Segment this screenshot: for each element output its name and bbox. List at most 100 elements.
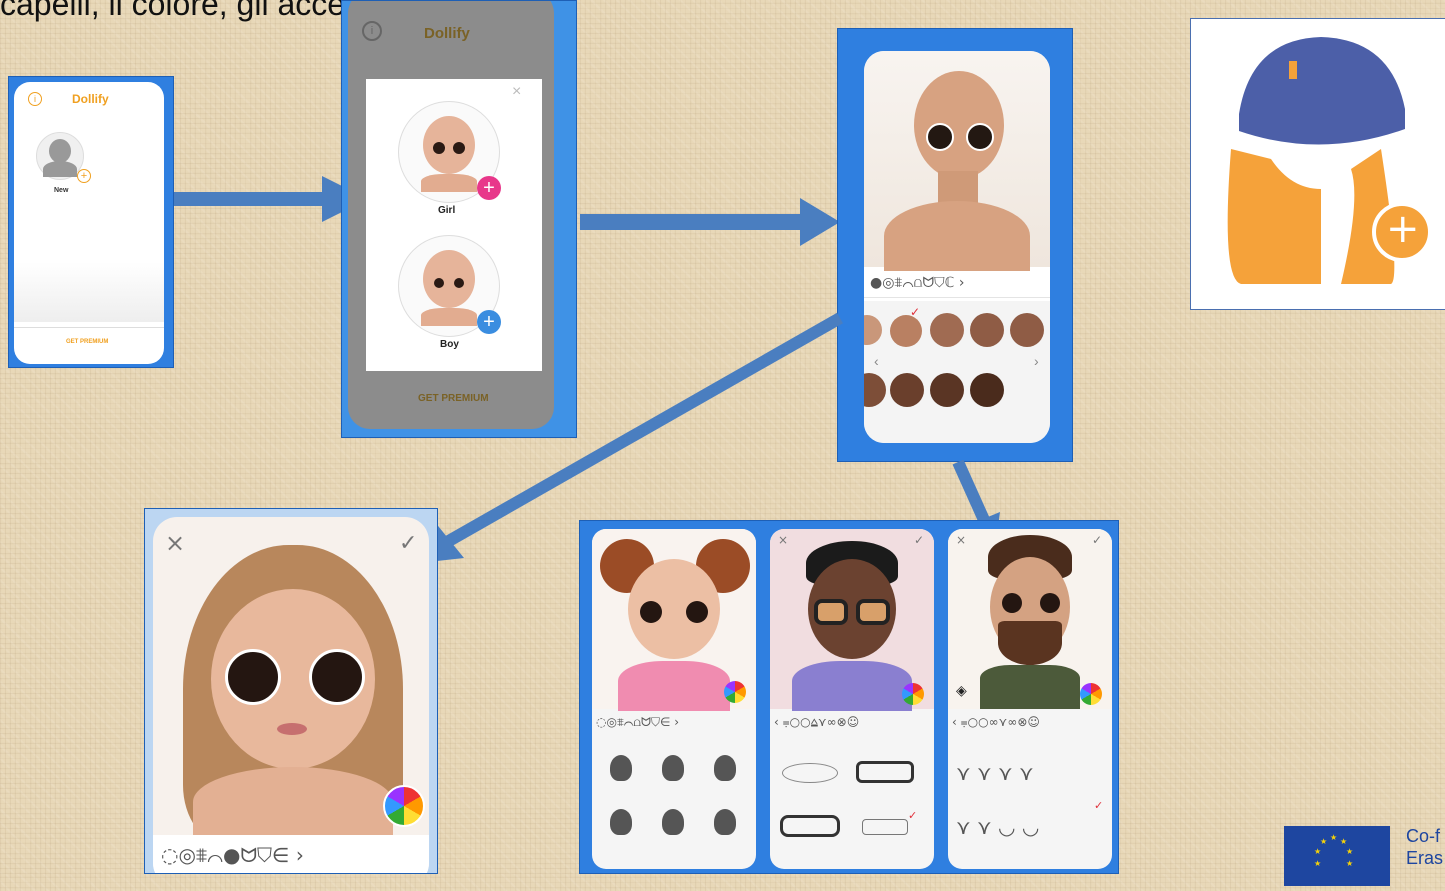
screenshot-home: i Dollify + New GET PREMIUM	[8, 76, 174, 368]
hair-category-card: +	[1190, 18, 1445, 310]
skin-tone-grid: ✓ ‹ ›	[864, 301, 1050, 443]
selected-check-icon: ✓	[908, 809, 918, 822]
variation-panel: × ✓ ◈ ‹ ⩦○○∞⋎∞⊗☺ ⋎ ⋎ ⋎ ⋎ ⋎ ⋎ ◡ ◡ ✓	[948, 529, 1112, 869]
girl-shoulders-icon	[421, 174, 477, 192]
app-title: Dollify	[424, 25, 470, 42]
skin-swatch[interactable]	[970, 373, 1004, 407]
boy-eye-icon	[454, 278, 464, 288]
skin-swatch[interactable]	[1010, 313, 1044, 347]
girl-head-icon	[423, 116, 475, 174]
necklace-grid: ⋎ ⋎ ⋎ ⋎ ⋎ ⋎ ◡ ◡ ✓	[948, 735, 1112, 869]
skin-swatch[interactable]	[890, 373, 924, 407]
skin-swatch[interactable]	[970, 313, 1004, 347]
avatar-tank-top-icon	[980, 665, 1080, 709]
add-girl-icon: +	[477, 176, 501, 200]
avatar-preview: × ✓	[770, 529, 934, 711]
avatar-head-icon	[914, 71, 1004, 179]
confirm-button[interactable]: ✓	[399, 531, 417, 556]
hairstyle-grid	[592, 735, 756, 869]
category-toolbar[interactable]: ●◎⩨⌒⩍ᗢ⛉ℂ ›	[870, 275, 1046, 291]
close-button[interactable]: ×	[165, 529, 185, 557]
prev-page-icon[interactable]: ‹	[874, 353, 879, 369]
category-toolbar[interactable]: ◌◎⩨⌒●ᗢ⛉∈ ›	[161, 843, 423, 867]
avatar-eye-icon	[686, 601, 708, 623]
necklace-option[interactable]: ⋎ ⋎ ⋎ ⋎	[956, 761, 1034, 785]
skin-swatch-selected[interactable]	[890, 315, 922, 347]
avatar-body-icon	[193, 767, 393, 837]
glasses-option-selected[interactable]	[862, 819, 908, 835]
avatar-eye-icon	[640, 601, 662, 623]
necklace-option[interactable]: ⋎ ⋎ ◡ ◡	[956, 815, 1039, 839]
avatar-eye-icon	[225, 649, 281, 705]
color-wheel-button[interactable]	[724, 681, 746, 703]
hairstyle-option[interactable]	[610, 755, 632, 781]
new-avatar-button[interactable]: +	[36, 132, 91, 183]
add-hair-icon[interactable]: +	[1386, 209, 1420, 249]
avatar-eye-icon	[1002, 593, 1022, 613]
glasses-option[interactable]	[782, 763, 838, 783]
hairstyle-option[interactable]	[610, 809, 632, 835]
glasses-option[interactable]	[856, 761, 914, 783]
skin-swatch[interactable]	[930, 313, 964, 347]
girl-eye-icon	[433, 142, 445, 154]
variation-panel: ◌◎⩨⌒⩍ᗢ⛉∈ ›	[592, 529, 756, 869]
color-wheel-button[interactable]	[902, 683, 924, 705]
svg-text:★: ★	[1330, 833, 1337, 842]
screenshot-girl-editor: × ✓ ◌◎⩨⌒●ᗢ⛉∈ ›	[144, 508, 438, 874]
bottom-fade	[14, 262, 164, 322]
category-toolbar[interactable]: ‹ ⩦○○∞⋎∞⊗☺	[952, 715, 1108, 730]
glasses-grid: ✓	[770, 735, 934, 869]
eu-logo-text-line2: Eras	[1406, 848, 1444, 868]
add-icon: +	[77, 169, 91, 183]
girl-option[interactable]: +	[398, 101, 501, 203]
svg-text:★: ★	[1320, 837, 1327, 846]
screenshot-variations: ◌◎⩨⌒⩍ᗢ⛉∈ › × ✓ ‹ ⩦○○⩠⋎∞⊗☺ ✓ × ✓ ◈ ‹ ⩦○○∞…	[579, 520, 1119, 874]
selected-check-icon: ✓	[910, 305, 921, 319]
category-toolbar[interactable]: ◌◎⩨⌒⩍ᗢ⛉∈ ›	[596, 715, 752, 730]
skin-swatch[interactable]	[864, 373, 886, 407]
close-icon[interactable]: ×	[512, 83, 521, 101]
category-toolbar[interactable]: ‹ ⩦○○⩠⋎∞⊗☺	[774, 715, 930, 730]
avatar-body-icon	[43, 161, 77, 177]
glasses-icon	[856, 599, 890, 625]
skin-swatch[interactable]	[864, 315, 882, 345]
next-page-icon[interactable]: ›	[1034, 353, 1039, 369]
hairstyle-option[interactable]	[714, 809, 736, 835]
svg-text:★: ★	[1340, 837, 1347, 846]
svg-text:★: ★	[1346, 859, 1353, 868]
hairstyle-option[interactable]	[714, 755, 736, 781]
variation-panel: × ✓ ‹ ⩦○○⩠⋎∞⊗☺ ✓	[770, 529, 934, 869]
hairstyle-option[interactable]	[662, 809, 684, 835]
avatar-lips-icon	[277, 723, 307, 735]
color-wheel-button[interactable]	[1080, 683, 1102, 705]
get-premium-link[interactable]: GET PREMIUM	[66, 339, 108, 345]
confirm-button[interactable]: ✓	[1092, 533, 1102, 547]
avatar-shoulders-icon	[884, 201, 1030, 271]
hairstyle-option[interactable]	[662, 755, 684, 781]
avatar-preview: × ✓ ◈	[948, 529, 1112, 709]
close-button[interactable]: ×	[956, 533, 966, 547]
app-title: Dollify	[72, 92, 109, 106]
avatar-beard-icon	[998, 621, 1062, 665]
close-button[interactable]: ×	[778, 533, 788, 547]
avatar-jacket-icon	[618, 661, 730, 711]
svg-text:★: ★	[1314, 859, 1321, 868]
screenshot-skin-editor: × ✓ ●◎⩨⌒⩍ᗢ⛉ℂ › ✓ ‹ ›	[837, 28, 1073, 462]
glasses-option[interactable]	[780, 815, 840, 837]
avatar-preview	[864, 51, 1050, 271]
new-label: New	[54, 187, 69, 194]
avatar-hoodie-icon	[792, 661, 912, 711]
skin-swatch[interactable]	[930, 373, 964, 407]
svg-text:★: ★	[1346, 847, 1353, 856]
glasses-icon	[814, 599, 848, 625]
eu-flag-logo: ★ ★ ★ ★ ★ ★ ★	[1284, 826, 1390, 886]
svg-text:★: ★	[1314, 847, 1321, 856]
divider	[864, 297, 1050, 298]
avatar-eye-icon	[309, 649, 365, 705]
eu-logo-text-line1: Co-f	[1406, 826, 1441, 846]
info-icon[interactable]: i	[28, 92, 42, 106]
layers-icon[interactable]: ◈	[956, 683, 967, 699]
confirm-button[interactable]: ✓	[914, 533, 924, 547]
color-wheel-button[interactable]	[383, 785, 425, 827]
info-icon: i	[362, 21, 382, 41]
